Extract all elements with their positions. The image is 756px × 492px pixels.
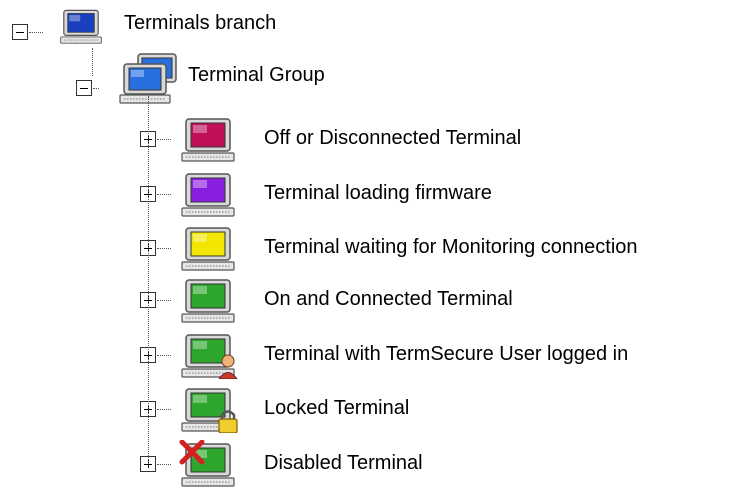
node-label[interactable]: Off or Disconnected Terminal <box>264 127 521 150</box>
tree-connector <box>157 300 171 301</box>
collapse-toggle-group[interactable] <box>76 80 92 96</box>
tree-connector <box>157 194 171 195</box>
tree-connector <box>157 409 171 410</box>
tree-node-terminal[interactable]: Terminal loading firmware <box>140 170 756 218</box>
tree-node-terminal[interactable]: Off or Disconnected Terminal <box>140 115 756 163</box>
collapse-toggle-root[interactable] <box>12 24 28 40</box>
terminal-tree: Terminals branch Terminal Group Off or D… <box>0 0 756 492</box>
terminal-connected-icon <box>176 276 240 324</box>
tree-connector <box>29 32 43 33</box>
terminal-off-icon <box>176 115 240 163</box>
tree-connector <box>157 139 171 140</box>
tree-node-group[interactable]: Terminal Group <box>76 52 496 104</box>
tree-node-root[interactable]: Terminals branch <box>12 0 432 48</box>
tree-connector <box>93 88 99 89</box>
tree-node-terminal[interactable]: Locked Terminal <box>140 385 756 433</box>
node-label-group[interactable]: Terminal Group <box>188 64 325 87</box>
terminal-waiting-icon <box>176 224 240 272</box>
tree-connector <box>148 96 149 464</box>
tree-node-terminal[interactable]: Disabled Terminal <box>140 440 756 488</box>
node-label[interactable]: Disabled Terminal <box>264 452 423 475</box>
terminal-loading-firmware-icon <box>176 170 240 218</box>
terminal-disabled-icon <box>176 440 240 488</box>
node-label[interactable]: Terminal waiting for Monitoring connecti… <box>264 236 638 259</box>
tree-connector <box>92 48 93 76</box>
tree-connector <box>157 248 171 249</box>
tree-node-terminal[interactable]: On and Connected Terminal <box>140 276 756 324</box>
node-label[interactable]: Terminal with TermSecure User logged in <box>264 343 628 366</box>
node-label-root[interactable]: Terminals branch <box>124 12 276 35</box>
tree-connector <box>157 464 171 465</box>
node-label[interactable]: Locked Terminal <box>264 397 409 420</box>
terminal-group-icon <box>116 52 186 104</box>
node-label[interactable]: Terminal loading firmware <box>264 182 492 205</box>
tree-connector <box>157 355 171 356</box>
node-label[interactable]: On and Connected Terminal <box>264 288 513 311</box>
terminal-blue-icon <box>56 4 106 48</box>
tree-node-terminal[interactable]: Terminal waiting for Monitoring connecti… <box>140 224 756 272</box>
terminal-locked-icon <box>176 385 240 433</box>
terminal-user-logged-in-icon <box>176 331 240 379</box>
tree-node-terminal[interactable]: Terminal with TermSecure User logged in <box>140 331 756 379</box>
